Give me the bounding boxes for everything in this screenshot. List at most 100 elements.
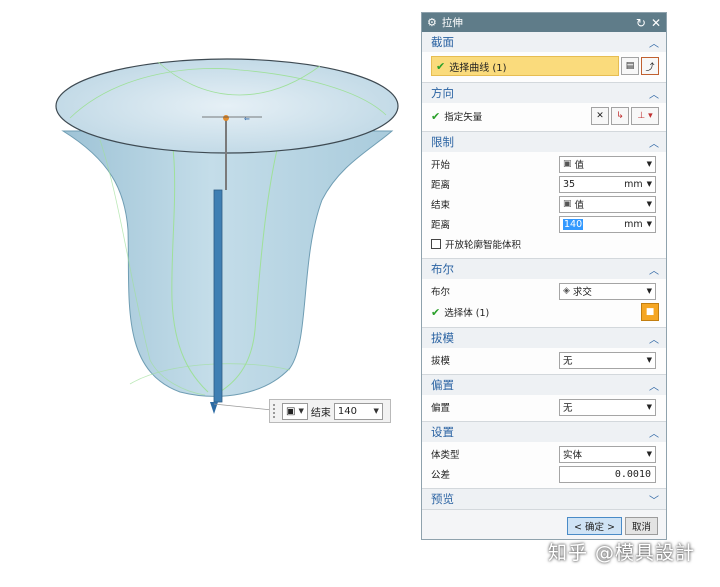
collapse-chevron-icon[interactable]: ︿ [649,135,659,150]
dropdown-arrow-icon: ▼ [646,200,652,208]
cube-icon: ▣ [563,199,572,209]
extruded-flared-body[interactable]: ⇐ [0,0,415,584]
end-distance-field[interactable]: 140 mm ▼ [559,215,656,233]
end-type-value: 值 [574,200,585,211]
collapse-chevron-icon[interactable]: ︿ [649,262,659,277]
draft-title: 拔模 [431,331,454,345]
onscreen-end-value-combo[interactable]: 140 ▼ [333,402,383,420]
collapse-chevron-icon[interactable]: ︿ [649,35,659,50]
start-type-value: 值 [574,160,585,171]
graphics-viewport[interactable]: ⇐ [0,0,415,584]
end-distance-value[interactable]: 140 [563,218,584,230]
start-type-combo[interactable]: ▣ 值 ▼ [559,155,656,173]
select-curve-label: 选择曲线 (1) [449,62,507,74]
dropdown-arrow-icon: ▼ [646,356,652,364]
limits-group-header[interactable]: 限制 ︿ [422,132,666,152]
cube-icon: ▣ [286,405,296,417]
offset-type-value: 无 [563,403,573,414]
onscreen-end-value[interactable]: 140 [338,406,371,417]
distance1-label: 距离 [431,180,451,191]
offset-type-combo[interactable]: 无 ▼ [559,398,656,416]
start-label: 开始 [431,160,451,171]
collapse-chevron-icon[interactable]: ︿ [649,425,659,440]
cancel-button[interactable]: 取消 [624,517,658,535]
end-type-combo[interactable]: ▣ 值 ▼ [559,195,656,213]
direction-group: 方向 ︿ ✔ 指定矢量 ✕ ↳ ⊥ ▾ [422,83,666,132]
settings-group: 设置 ︿ 体类型 实体 ▼ 公差 0.0010 [422,422,666,489]
boolean-group: 布尔 ︿ 布尔 ◈ 求交 ▼ ✔ 选择体 (1) ■ [422,259,666,328]
preview-title: 预览 [431,492,454,506]
section-group-header[interactable]: 截面 ︿ [422,32,666,52]
draft-type-value: 无 [563,356,573,367]
tolerance-label: 公差 [431,470,451,481]
sketch-section-icon[interactable]: ▤ [621,57,639,75]
limits-group: 限制 ︿ 开始 ▣ 值 ▼ 距离 35 mm ▼ 结束 ▣ 值 ▼ 距离 140… [422,132,666,259]
boolean-label: 布尔 [431,287,451,298]
start-distance-value[interactable]: 35 [563,179,624,190]
specify-vector-label: 指定矢量 [444,112,483,123]
watermark-text: 知乎 @模具設計 [548,542,696,564]
start-distance-field[interactable]: 35 mm ▼ [559,175,656,193]
boolean-group-header[interactable]: 布尔 ︿ [422,259,666,279]
preview-group: 预览 ﹀ [422,489,666,510]
cube-icon: ▣ [563,159,572,169]
offset-group-header[interactable]: 偏置 ︿ [422,375,666,395]
draft-group: 拔模 ︿ 拔模 无 ▼ [422,328,666,375]
distance2-label: 距离 [431,220,451,231]
dropdown-arrow-icon: ▼ [646,450,652,458]
reverse-direction-icon[interactable]: ✕ [591,107,609,125]
end-distance-unit: mm [624,218,643,230]
dropdown-arrow-icon[interactable]: ▼ [647,220,652,228]
draft-type-combo[interactable]: 无 ▼ [559,351,656,369]
extrude-dialog: ⚙ 拉伸 ↻ ✕ 截面 ︿ ✔ 选择曲线 (1) ▤ ⤴ 方向 ︿ ✔ 指定矢量… [421,12,667,540]
dropdown-arrow-icon[interactable]: ▼ [647,180,652,188]
settings-title: 设置 [431,425,454,439]
dropdown-arrow-icon: ▼ [646,403,652,411]
dialog-titlebar[interactable]: ⚙ 拉伸 ↻ ✕ [422,13,666,32]
open-profile-checkbox[interactable] [431,239,441,249]
section-group: 截面 ︿ ✔ 选择曲线 (1) ▤ ⤴ [422,32,666,83]
offset-label: 偏置 [431,403,451,414]
curve-selection-icon[interactable]: ⤴ [641,57,659,75]
gear-icon: ⚙ [427,16,437,29]
end-label: 结束 [431,200,451,211]
dropdown-arrow-icon: ▼ [646,287,652,295]
collapse-chevron-icon[interactable]: ︿ [649,378,659,393]
dropdown-arrow-icon: ▼ [646,160,652,168]
boolean-type-combo[interactable]: ◈ 求交 ▼ [559,282,656,300]
preview-group-header[interactable]: 预览 ﹀ [422,489,666,509]
dialog-footer: < 确定 > 取消 [422,513,666,539]
settings-group-header[interactable]: 设置 ︿ [422,422,666,442]
select-body-icon[interactable]: ■ [641,303,659,321]
tolerance-field[interactable]: 0.0010 [559,465,656,483]
ok-button[interactable]: < 确定 > [567,517,622,535]
body-type-combo[interactable]: 实体 ▼ [559,445,656,463]
select-body-label: 选择体 (1) [444,308,490,319]
open-profile-label: 开放轮廓智能体积 [445,240,522,251]
checkmark-icon: ✔ [431,305,441,319]
offset-group: 偏置 ︿ 偏置 无 ▼ [422,375,666,422]
drag-handle[interactable] [273,404,279,418]
body-type-label: 体类型 [431,450,460,461]
close-icon[interactable]: ✕ [651,16,661,30]
svg-text:⇐: ⇐ [244,115,250,123]
direction-group-header[interactable]: 方向 ︿ [422,83,666,103]
boolean-title: 布尔 [431,262,454,276]
expand-chevron-icon[interactable]: ﹀ [649,492,659,507]
body-type-value: 实体 [563,450,583,461]
dropdown-arrow-icon: ▼ [298,407,304,415]
collapse-chevron-icon[interactable]: ︿ [649,86,659,101]
onscreen-input-box[interactable]: ▣ ▼ 结束 140 ▼ [269,399,391,423]
tolerance-value[interactable]: 0.0010 [615,469,651,480]
boolean-type-value: 求交 [572,287,592,298]
dropdown-arrow-icon: ▼ [373,407,379,415]
collapse-chevron-icon[interactable]: ︿ [649,331,659,346]
intersect-icon: ◈ [563,286,570,296]
select-curve-row[interactable]: ✔ 选择曲线 (1) [431,56,619,76]
vector-dialog-icon[interactable]: ↳ [611,107,629,125]
vector-type-icon[interactable]: ⊥ ▾ [631,107,659,125]
limit-type-combo[interactable]: ▣ ▼ [282,402,308,420]
draft-label: 拔模 [431,356,451,367]
draft-group-header[interactable]: 拔模 ︿ [422,328,666,348]
reset-icon[interactable]: ↻ [636,16,646,30]
